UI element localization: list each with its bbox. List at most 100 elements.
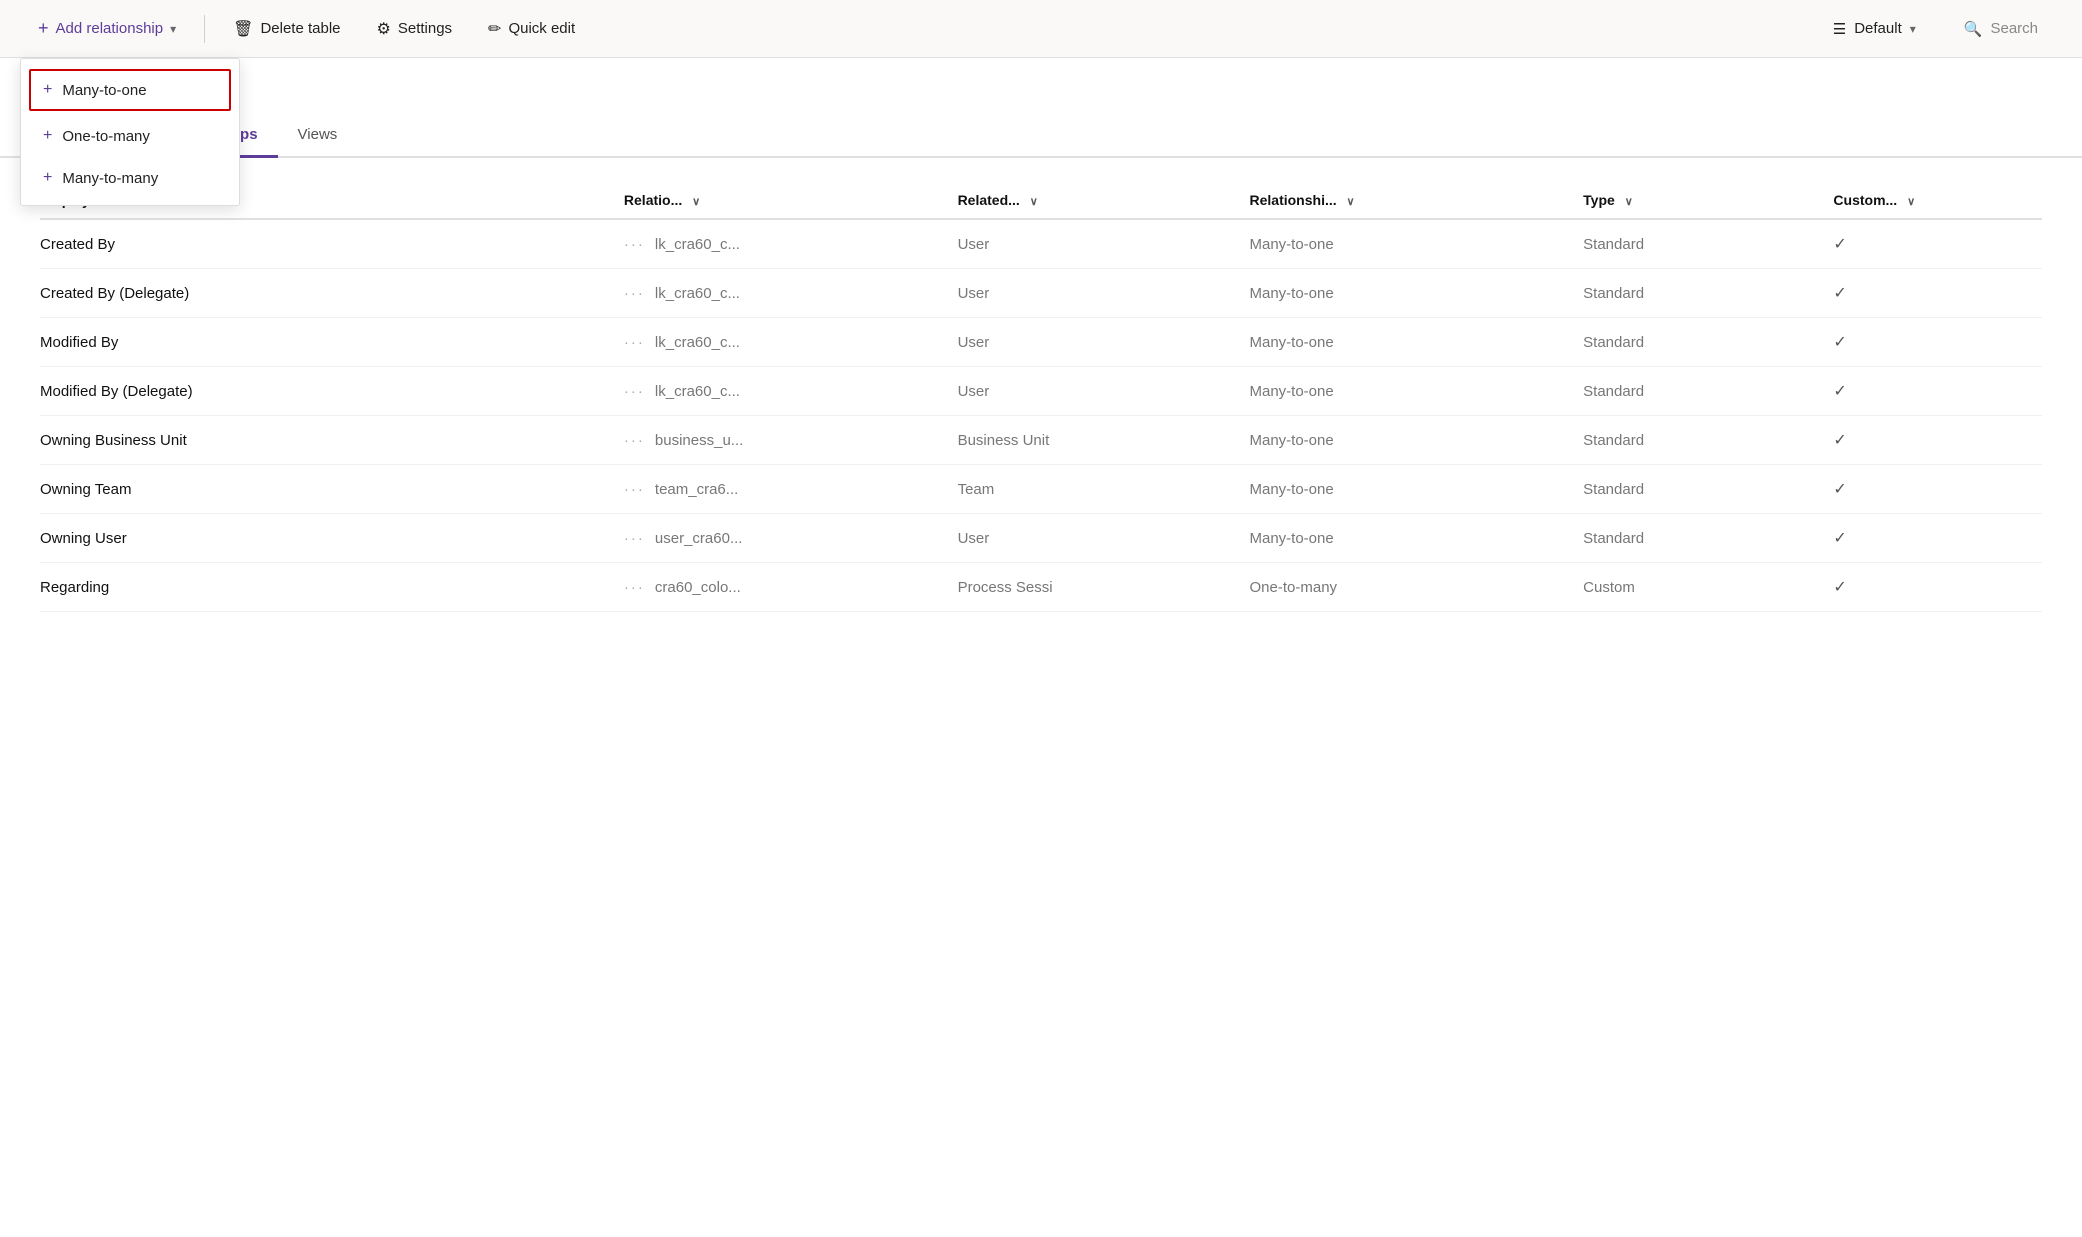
cell-type-0: Standard <box>1583 219 1833 269</box>
cell-custom-6: ✓ <box>1833 514 2042 563</box>
cell-custom-3: ✓ <box>1833 367 2042 416</box>
table-row[interactable]: Regarding ···cra60_colo... Process Sessi… <box>40 563 2042 612</box>
cell-displayname-5: Owning Team <box>40 465 624 514</box>
cell-custom-0: ✓ <box>1833 219 2042 269</box>
col-relationship-label: Relationshi... <box>1250 192 1337 208</box>
one-to-many-option[interactable]: + One-to-many <box>21 115 239 157</box>
row-ellipsis-4[interactable]: ··· <box>624 432 645 449</box>
col-header-type[interactable]: Type ∨ <box>1583 182 1833 219</box>
many-to-one-label: Many-to-one <box>62 82 146 99</box>
cell-custom-7: ✓ <box>1833 563 2042 612</box>
col-header-relationship[interactable]: Relationshi... ∨ <box>1250 182 1584 219</box>
row-ellipsis-3[interactable]: ··· <box>624 383 645 400</box>
cell-relationship-2: Many-to-one <box>1250 318 1584 367</box>
cell-relation-3: ···lk_cra60_c... <box>624 367 958 416</box>
col-related-label: Related... <box>958 192 1020 208</box>
table-row[interactable]: Owning Business Unit ···business_u... Bu… <box>40 416 2042 465</box>
cell-related-2: User <box>958 318 1250 367</box>
cell-relation-7: ···cra60_colo... <box>624 563 958 612</box>
row-ellipsis-7[interactable]: ··· <box>624 579 645 596</box>
cell-relation-6: ···user_cra60... <box>624 514 958 563</box>
many-to-many-label: Many-to-many <box>62 170 158 187</box>
row-ellipsis-1[interactable]: ··· <box>624 285 645 302</box>
quick-edit-button[interactable]: ✏ Quick edit <box>474 11 589 47</box>
cell-related-0: User <box>958 219 1250 269</box>
cell-type-1: Standard <box>1583 269 1833 318</box>
cell-relationship-6: Many-to-one <box>1250 514 1584 563</box>
cell-relationship-3: Many-to-one <box>1250 367 1584 416</box>
row-ellipsis-0[interactable]: ··· <box>624 236 645 253</box>
sort-icon-related[interactable]: ∨ <box>1030 195 1038 208</box>
table-row[interactable]: Created By ···lk_cra60_c... User Many-to… <box>40 219 2042 269</box>
default-chevron-icon: ▾ <box>1910 22 1916 36</box>
cell-type-4: Standard <box>1583 416 1833 465</box>
sort-icon-custom[interactable]: ∨ <box>1907 195 1915 208</box>
cell-type-2: Standard <box>1583 318 1833 367</box>
cell-custom-2: ✓ <box>1833 318 2042 367</box>
sort-icon-relation[interactable]: ∨ <box>692 195 700 208</box>
settings-button[interactable]: ⚙ Settings <box>363 11 467 47</box>
breadcrumb: Tables › Color <box>0 58 2082 104</box>
relationships-table-container: Display name ↑ ∨ Relatio... ∨ Related...… <box>0 158 2082 612</box>
tab-views[interactable]: Views <box>278 114 358 158</box>
table-row[interactable]: Owning Team ···team_cra6... Team Many-to… <box>40 465 2042 514</box>
quick-edit-label: Quick edit <box>508 20 575 37</box>
default-label: Default <box>1854 20 1902 37</box>
cell-relation-0: ···lk_cra60_c... <box>624 219 958 269</box>
col-type-label: Type <box>1583 192 1615 208</box>
settings-icon: ⚙ <box>377 19 391 39</box>
cell-type-7: Custom <box>1583 563 1833 612</box>
cell-relation-2: ···lk_cra60_c... <box>624 318 958 367</box>
col-relation-label: Relatio... <box>624 192 682 208</box>
sort-icon-relationship[interactable]: ∨ <box>1347 195 1355 208</box>
search-label: Search <box>1990 20 2038 37</box>
cell-related-4: Business Unit <box>958 416 1250 465</box>
search-icon: 🔍 <box>1964 20 1983 38</box>
row-ellipsis-5[interactable]: ··· <box>624 481 645 498</box>
toolbar: + Add relationship ▾ 🗑 Delete table ⚙ Se… <box>0 0 2082 58</box>
cell-relation-4: ···business_u... <box>624 416 958 465</box>
plus-icon-1: + <box>43 81 52 99</box>
cell-type-5: Standard <box>1583 465 1833 514</box>
sort-icon-type[interactable]: ∨ <box>1625 195 1633 208</box>
col-header-custom[interactable]: Custom... ∨ <box>1833 182 2042 219</box>
cell-custom-4: ✓ <box>1833 416 2042 465</box>
delete-icon: 🗑 <box>233 19 253 39</box>
col-header-relation[interactable]: Relatio... ∨ <box>624 182 958 219</box>
cell-relationship-5: Many-to-one <box>1250 465 1584 514</box>
plus-icon-3: + <box>43 169 52 187</box>
cell-displayname-3: Modified By (Delegate) <box>40 367 624 416</box>
cell-related-7: Process Sessi <box>958 563 1250 612</box>
delete-table-label: Delete table <box>260 20 340 37</box>
cell-type-3: Standard <box>1583 367 1833 416</box>
cell-relation-5: ···team_cra6... <box>624 465 958 514</box>
cell-displayname-4: Owning Business Unit <box>40 416 624 465</box>
table-row[interactable]: Modified By (Delegate) ···lk_cra60_c... … <box>40 367 2042 416</box>
cell-relationship-7: One-to-many <box>1250 563 1584 612</box>
row-ellipsis-6[interactable]: ··· <box>624 530 645 547</box>
delete-table-button[interactable]: 🗑 Delete table <box>219 11 354 47</box>
table-row[interactable]: Created By (Delegate) ···lk_cra60_c... U… <box>40 269 2042 318</box>
cell-relation-1: ···lk_cra60_c... <box>624 269 958 318</box>
table-header-row: Display name ↑ ∨ Relatio... ∨ Related...… <box>40 182 2042 219</box>
search-button[interactable]: 🔍 Search <box>1944 12 2058 46</box>
tab-views-label: Views <box>298 126 338 143</box>
cell-related-3: User <box>958 367 1250 416</box>
cell-related-6: User <box>958 514 1250 563</box>
cell-displayname-2: Modified By <box>40 318 624 367</box>
cell-related-5: Team <box>958 465 1250 514</box>
hamburger-icon: ☰ <box>1833 20 1846 38</box>
default-button[interactable]: ☰ Default ▾ <box>1817 12 1932 46</box>
table-row[interactable]: Owning User ···user_cra60... User Many-t… <box>40 514 2042 563</box>
cell-custom-5: ✓ <box>1833 465 2042 514</box>
add-relationship-label: Add relationship <box>56 20 164 37</box>
row-ellipsis-2[interactable]: ··· <box>624 334 645 351</box>
add-relationship-button[interactable]: + Add relationship ▾ <box>24 10 190 47</box>
cell-relationship-0: Many-to-one <box>1250 219 1584 269</box>
table-row[interactable]: Modified By ···lk_cra60_c... User Many-t… <box>40 318 2042 367</box>
add-relationship-dropdown: + Many-to-one + One-to-many + Many-to-ma… <box>20 58 240 206</box>
many-to-many-option[interactable]: + Many-to-many <box>21 157 239 199</box>
many-to-one-option[interactable]: + Many-to-one <box>29 69 231 111</box>
cell-relationship-4: Many-to-one <box>1250 416 1584 465</box>
col-header-related[interactable]: Related... ∨ <box>958 182 1250 219</box>
